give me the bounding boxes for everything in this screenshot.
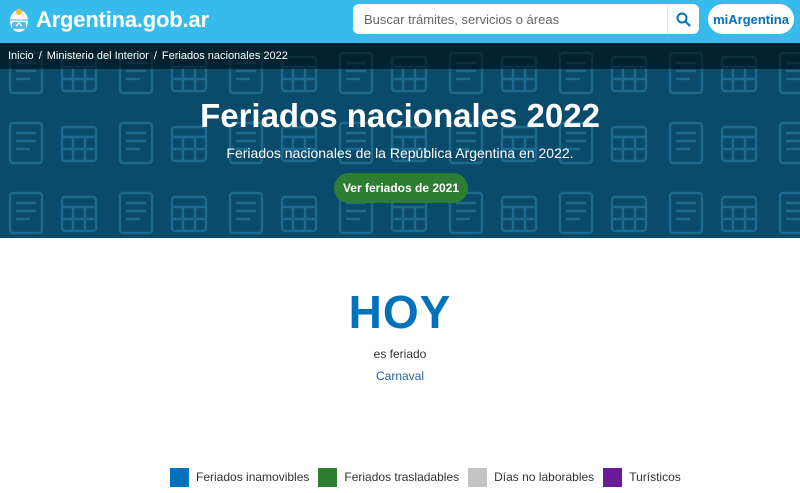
- legend-item-no-laborables: Días no laborables: [468, 467, 595, 487]
- legend-swatch: [170, 467, 189, 487]
- view-2021-holidays-button[interactable]: Ver feriados de 2021: [334, 173, 468, 203]
- breadcrumb-current: Feriados nacionales 2022: [161, 50, 288, 62]
- hero-banner: Inicio / Ministerio del Interior / Feria…: [0, 43, 800, 238]
- today-status: es feriado: [373, 347, 427, 361]
- today-holiday-link[interactable]: Carnaval: [0, 369, 800, 383]
- legend-label: Días no laborables: [494, 470, 595, 484]
- breadcrumb-separator: /: [38, 50, 42, 62]
- breadcrumb-separator: /: [153, 50, 157, 62]
- legend-item-trasladables: Feriados trasladables: [318, 467, 460, 487]
- page-subtitle: Feriados nacionales de la República Arge…: [226, 145, 574, 161]
- legend-label: Feriados trasladables: [344, 470, 460, 484]
- today-heading: HOY: [348, 286, 452, 338]
- legend-item-turisticos: Turísticos: [603, 467, 681, 487]
- search-input[interactable]: [353, 4, 667, 34]
- search-icon: [676, 12, 691, 27]
- national-emblem-icon: [10, 8, 28, 32]
- miargentina-button[interactable]: miArgentina: [708, 4, 794, 34]
- site-name: Argentina.gob.ar: [36, 7, 209, 32]
- hero-background-pattern: [0, 43, 800, 238]
- legend-label: Feriados inamovibles: [196, 470, 310, 484]
- breadcrumb-inicio[interactable]: Inicio: [8, 50, 34, 62]
- legend-swatch: [603, 467, 623, 487]
- search-box: [353, 4, 699, 34]
- page-title: Feriados nacionales 2022: [200, 97, 600, 134]
- legend-label: Turísticos: [629, 470, 681, 484]
- breadcrumb: Inicio / Ministerio del Interior / Feria…: [0, 43, 800, 69]
- site-logo[interactable]: Argentina.gob.ar: [8, 6, 209, 34]
- breadcrumb-ministerio[interactable]: Ministerio del Interior: [47, 50, 149, 62]
- holiday-legend: Feriados inamovibles Feriados trasladabl…: [170, 467, 690, 487]
- legend-item-inamovibles: Feriados inamovibles: [170, 467, 310, 487]
- search-button[interactable]: [667, 4, 699, 34]
- legend-swatch: [468, 467, 488, 487]
- top-navbar: Argentina.gob.ar miArgentina: [0, 0, 800, 43]
- legend-swatch: [318, 467, 338, 487]
